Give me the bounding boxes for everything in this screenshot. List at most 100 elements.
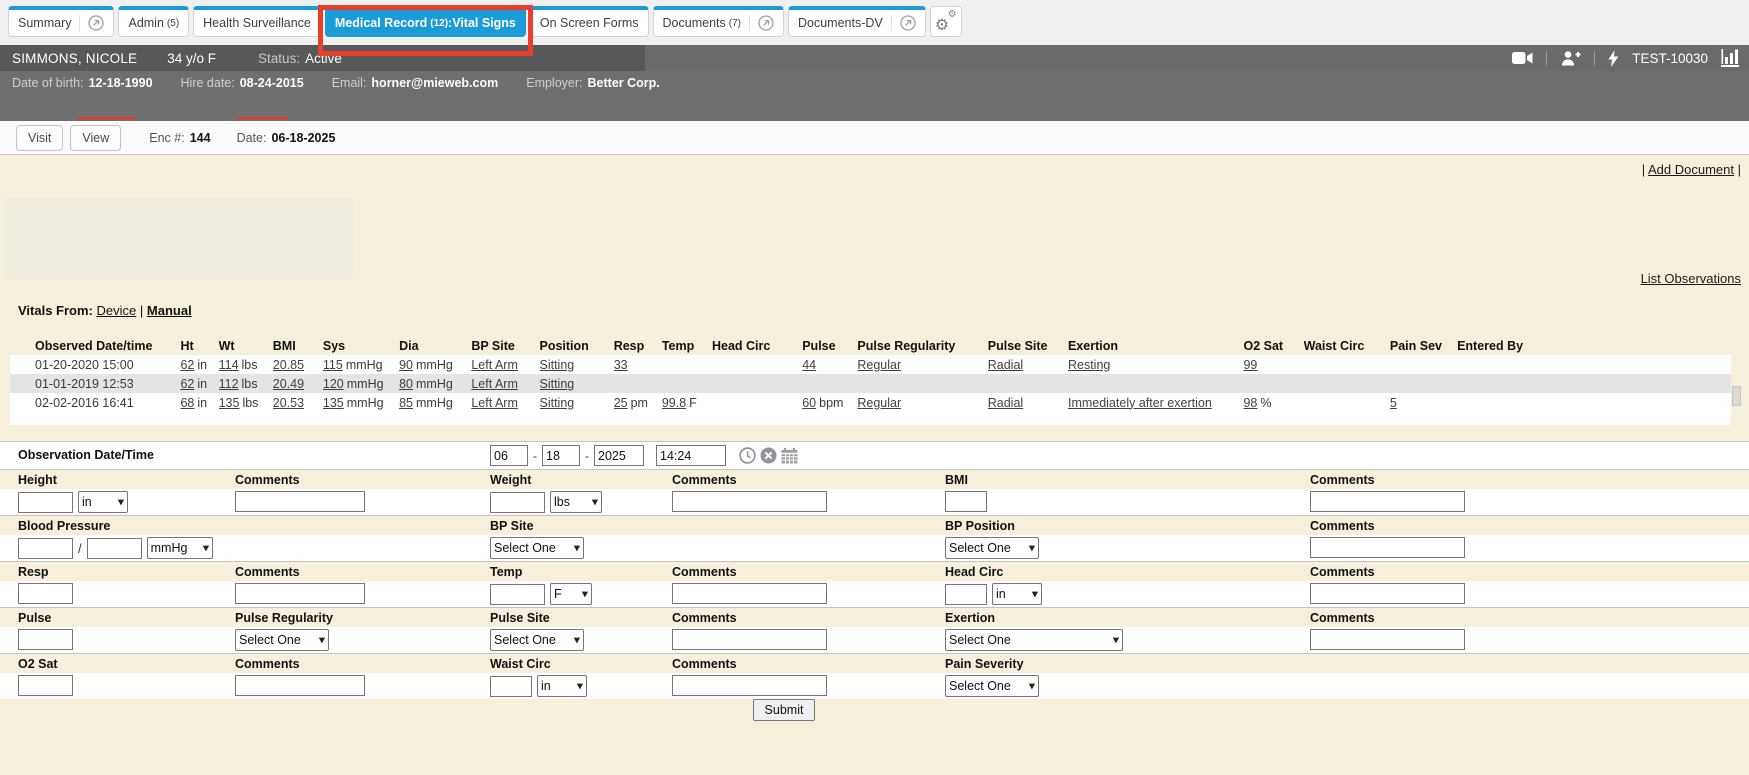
- submit-button[interactable]: Submit: [753, 699, 816, 721]
- vital-value-link[interactable]: 20.85: [273, 358, 304, 372]
- tab-documents[interactable]: Documents(7): [653, 6, 784, 37]
- waist-circ-input[interactable]: [490, 676, 532, 697]
- tab-on-screen-forms[interactable]: On Screen Forms: [530, 6, 649, 37]
- view-button[interactable]: View: [70, 125, 121, 151]
- vital-value-link[interactable]: 98: [1243, 396, 1257, 410]
- vital-value-link[interactable]: 20.49: [273, 377, 304, 391]
- vital-value-link[interactable]: Regular: [857, 396, 901, 410]
- vital-value-link[interactable]: 25: [614, 396, 628, 410]
- tab-summary[interactable]: Summary: [8, 6, 114, 37]
- vital-value-link[interactable]: 135: [323, 396, 344, 410]
- obs-year-input[interactable]: [594, 445, 644, 466]
- vital-value-link[interactable]: 62: [180, 358, 194, 372]
- pulse-input[interactable]: [18, 629, 73, 650]
- vital-value-link[interactable]: Left Arm: [471, 396, 518, 410]
- obs-day-input[interactable]: [542, 445, 580, 466]
- temp-input[interactable]: [490, 584, 545, 605]
- vital-value-link[interactable]: Sitting: [540, 377, 575, 391]
- vital-value-link[interactable]: 114: [219, 358, 239, 372]
- vital-value-link[interactable]: Immediately after exertion: [1068, 396, 1212, 410]
- comments-input[interactable]: [235, 491, 365, 512]
- comments-input[interactable]: [1310, 583, 1465, 604]
- obs-month-input[interactable]: [490, 445, 528, 466]
- temp-select[interactable]: F: [550, 583, 592, 605]
- vital-value-link[interactable]: 90: [399, 358, 413, 372]
- bmi-input[interactable]: [945, 491, 987, 512]
- vital-value-link[interactable]: 120: [323, 377, 344, 391]
- vital-value-link[interactable]: Radial: [988, 358, 1023, 372]
- comments-input[interactable]: [672, 491, 827, 512]
- open-in-new-icon[interactable]: [749, 15, 774, 31]
- add-document-link[interactable]: Add Document: [1648, 162, 1734, 177]
- vital-value-link[interactable]: 20.53: [273, 396, 304, 410]
- vital-value-link[interactable]: 99.8: [662, 396, 686, 410]
- vital-value-link[interactable]: Left Arm: [471, 377, 518, 391]
- vital-value-link[interactable]: 99: [1243, 358, 1257, 372]
- comments-input[interactable]: [235, 675, 365, 696]
- vital-value-link[interactable]: Radial: [988, 396, 1023, 410]
- comments-input[interactable]: [1310, 629, 1465, 650]
- open-in-new-icon[interactable]: [891, 15, 916, 31]
- height-input[interactable]: [18, 492, 73, 513]
- device-link[interactable]: Device: [97, 303, 137, 318]
- vital-value-link[interactable]: 68: [180, 396, 194, 410]
- vital-value-link[interactable]: Sitting: [540, 396, 575, 410]
- vital-value-link[interactable]: 33: [614, 358, 628, 372]
- o2-sat-input[interactable]: [18, 675, 73, 696]
- table-scrollbar-thumb[interactable]: [1732, 386, 1741, 406]
- vital-value-link[interactable]: 62: [180, 377, 194, 391]
- bp-position-select[interactable]: Select One: [945, 537, 1039, 559]
- clock-icon[interactable]: [739, 447, 756, 464]
- pain-severity-select[interactable]: Select One: [945, 675, 1039, 697]
- head-circ-select[interactable]: in: [992, 583, 1042, 605]
- tab-medical-record[interactable]: Medical Record(12):Vital Signs: [325, 6, 526, 37]
- bar-chart-icon[interactable]: [1721, 49, 1739, 67]
- comments-input[interactable]: [672, 629, 827, 650]
- vital-value-link[interactable]: 115: [323, 358, 343, 372]
- open-in-new-icon[interactable]: [79, 15, 104, 31]
- exertion-select[interactable]: Select One: [945, 629, 1123, 651]
- tab-admin[interactable]: Admin(5): [118, 6, 189, 37]
- vital-value-link[interactable]: 112: [219, 377, 239, 391]
- comments-input[interactable]: [1310, 491, 1465, 512]
- vital-value-link[interactable]: Regular: [857, 358, 901, 372]
- weight-input[interactable]: [490, 492, 545, 513]
- head-circ-input[interactable]: [945, 584, 987, 605]
- pulse-regularity-select[interactable]: Select One: [235, 629, 329, 651]
- vital-value-link[interactable]: Resting: [1068, 358, 1110, 372]
- vital-value-link[interactable]: Left Arm: [471, 358, 518, 372]
- lightning-bolt-icon[interactable]: [1608, 50, 1619, 67]
- calendar-icon[interactable]: [781, 448, 798, 464]
- blood-pressure-select[interactable]: mmHg: [147, 537, 213, 559]
- comments-input[interactable]: [672, 675, 827, 696]
- settings-gear-button[interactable]: ⚙⚙: [930, 6, 962, 37]
- obs-time-input[interactable]: [656, 445, 726, 466]
- height-select[interactable]: in: [78, 491, 128, 513]
- comments-input[interactable]: [672, 583, 827, 604]
- vital-value-link[interactable]: 5: [1390, 396, 1397, 410]
- vital-value-link[interactable]: 60: [802, 396, 816, 410]
- waist-circ-select[interactable]: in: [537, 675, 587, 697]
- vital-value-link[interactable]: 44: [802, 358, 816, 372]
- tab-documents-dv[interactable]: Documents-DV: [788, 6, 926, 37]
- clear-circle-icon[interactable]: [760, 447, 777, 464]
- comments-input[interactable]: [1310, 537, 1465, 558]
- tab-health-surveillance[interactable]: Health Surveillance: [193, 6, 321, 37]
- vital-value-link[interactable]: 135: [219, 396, 240, 410]
- comments-input[interactable]: [235, 583, 365, 604]
- video-camera-icon[interactable]: [1512, 51, 1533, 65]
- pulse-site-select[interactable]: Select One: [490, 629, 584, 651]
- list-observations-link[interactable]: List Observations: [1641, 271, 1741, 286]
- visit-button[interactable]: Visit: [16, 125, 63, 151]
- vital-value-link[interactable]: 85: [399, 396, 413, 410]
- bp-site-select[interactable]: Select One: [490, 537, 584, 559]
- add-person-icon[interactable]: [1560, 50, 1581, 66]
- blood-pressure-input[interactable]: [18, 538, 73, 559]
- resp-input[interactable]: [18, 583, 73, 604]
- manual-link[interactable]: Manual: [147, 303, 192, 318]
- vital-value-link[interactable]: 80: [399, 377, 413, 391]
- weight-select[interactable]: lbs: [550, 491, 602, 513]
- blood-pressure-input[interactable]: [87, 538, 142, 559]
- vital-value-link[interactable]: Sitting: [540, 358, 575, 372]
- header-toolbar: TEST-10030: [1512, 45, 1739, 71]
